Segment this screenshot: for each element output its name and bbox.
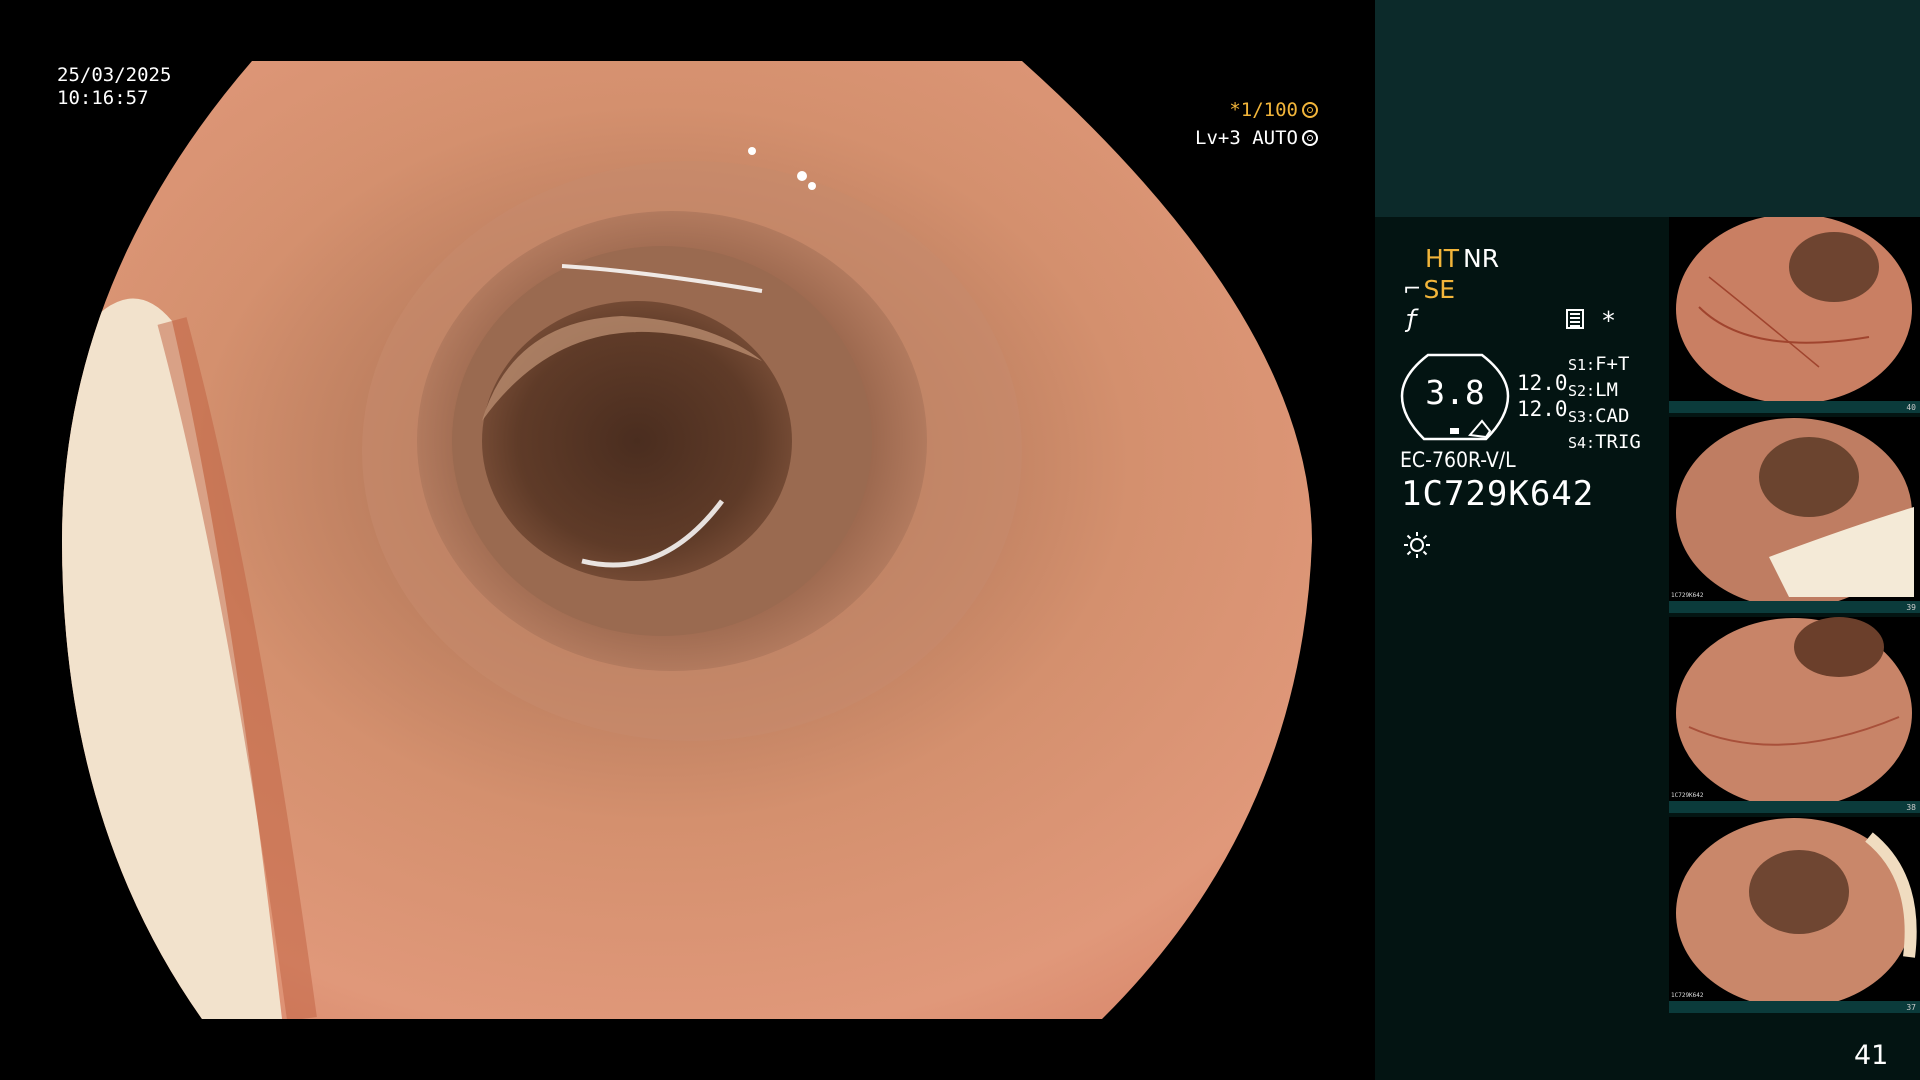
gamma-curve-icon: ƒ — [1404, 305, 1419, 333]
panel-header — [1375, 0, 1920, 217]
thumbnail-bar: 37 — [1669, 1001, 1920, 1013]
structure-enhancement: ⌐ SE — [1403, 275, 1455, 304]
shutter-speed: *1/100 — [1229, 99, 1318, 121]
date-text: 25/03/2025 — [57, 64, 172, 86]
mode-nr: NR — [1463, 244, 1500, 273]
iris-icon — [1302, 130, 1318, 146]
page-counter: 41 — [1854, 1040, 1889, 1071]
asterisk-indicator: * — [1601, 306, 1617, 335]
date-time: 25/03/2025 10:16:57 — [57, 64, 171, 110]
scope-serial: 1C729K642 — [1401, 474, 1595, 514]
light-icon — [1404, 532, 1430, 558]
switch-s1: S1:F+T — [1568, 353, 1630, 375]
memory-icon — [1566, 309, 1584, 329]
level-text: Lv+3 AUTO — [1195, 127, 1298, 149]
thumbnail-serial: 1C729K642 — [1671, 592, 1704, 599]
thumbnail-serial: 1C729K642 — [1671, 992, 1704, 999]
thumbnail[interactable]: 40 — [1669, 217, 1920, 413]
mode-ht: HT — [1425, 244, 1460, 273]
thumbnail-number: 40 — [1906, 403, 1916, 412]
thumbnail-serial: 1C729K642 — [1671, 792, 1704, 799]
time-text: 10:16:57 — [57, 87, 149, 109]
scope-model: EC-760R-V/L — [1400, 448, 1516, 472]
thumbnail-number: 39 — [1906, 603, 1916, 612]
switch-list: S1:F+T S2:LM S3:CAD S4:TRIG — [1568, 352, 1641, 456]
aux-value: 12.0 — [1517, 397, 1568, 421]
thumbnail[interactable]: 1C729K642 38 — [1669, 617, 1920, 813]
switch-s4: S4:TRIG — [1568, 431, 1641, 453]
switch-s2: S2:LM — [1568, 379, 1618, 401]
thumbnail-number: 37 — [1906, 1003, 1916, 1012]
thumbnail[interactable]: 1C729K642 39 — [1669, 417, 1920, 613]
enhancement-icon: ⌐ — [1403, 277, 1422, 302]
thumbnail-bar: 40 — [1669, 401, 1920, 413]
thumbnail-bar: 39 — [1669, 601, 1920, 613]
gauge-value: 3.8 — [1425, 373, 1485, 412]
thumbnail[interactable]: 1C729K642 37 — [1669, 817, 1920, 1013]
thumbnail-bar: 38 — [1669, 801, 1920, 813]
aux-value: 12.0 — [1517, 371, 1568, 395]
main-endoscopy-image — [62, 61, 1312, 1019]
aux-values: 12.0 12.0 — [1517, 370, 1568, 422]
shutter-text: *1/100 — [1229, 99, 1298, 121]
shutter-icon — [1302, 102, 1318, 118]
thumbnail-number: 38 — [1906, 803, 1916, 812]
brightness-level: Lv+3 AUTO — [1195, 127, 1318, 149]
mode-se: SE — [1423, 275, 1456, 304]
switch-s3: S3:CAD — [1568, 405, 1630, 427]
